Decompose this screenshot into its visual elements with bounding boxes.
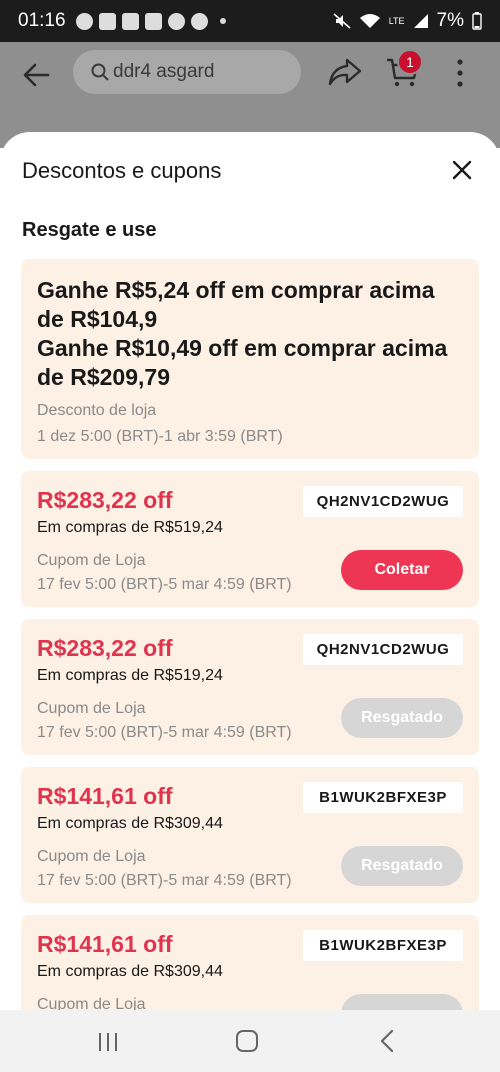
store-discount-line-1: Ganhe R$5,24 off em comprar acima de R$1…	[37, 277, 435, 332]
store-discount-date: 1 dez 5:00 (BRT)-1 abr 3:59 (BRT)	[37, 428, 283, 445]
more-options-icon[interactable]	[455, 58, 465, 88]
search-input[interactable]: ddr4 asgard	[73, 50, 301, 94]
coupon-date: 17 fev 5:00 (BRT)-5 mar 4:59 (BRT)	[37, 872, 292, 889]
sheet-title: Descontos e cupons	[22, 158, 222, 183]
redeemed-button[interactable]: Resgatado	[341, 698, 463, 738]
coupon-type: Cupom de Loja	[37, 996, 146, 1010]
coupon-minimum: Em compras de R$519,24	[37, 667, 223, 684]
section-title: Resgate e use	[22, 219, 157, 241]
coupon-code: QH2NV1CD2WUG	[303, 486, 463, 517]
coupon-card: R$283,22 off Em compras de R$519,24 Cupo…	[21, 619, 479, 755]
notification-icons	[75, 12, 226, 30]
redeemed-button[interactable]	[341, 994, 463, 1010]
search-icon	[91, 63, 109, 81]
coupon-amount: R$283,22 off	[37, 487, 173, 513]
status-time: 01:16	[18, 10, 66, 31]
alert-icon	[121, 12, 139, 30]
store-discount-card: Ganhe R$5,24 off em comprar acima de R$1…	[21, 259, 479, 459]
share-icon[interactable]	[327, 56, 363, 88]
status-bar: 01:16 LTE 7%	[0, 0, 500, 42]
search-value: ddr4 asgard	[113, 61, 215, 82]
coupon-type: Cupom de Loja	[37, 848, 146, 865]
sheet-header: Descontos e cupons	[22, 156, 482, 186]
coupon-type: Cupom de Loja	[37, 700, 146, 717]
battery-icon	[472, 12, 482, 30]
coupon-type: Cupom de Loja	[37, 552, 146, 569]
facebook-icon	[190, 12, 208, 30]
home-icon[interactable]	[236, 1030, 258, 1052]
cart-count-badge: 1	[397, 49, 423, 75]
coupon-date: 17 fev 5:00 (BRT)-5 mar 4:59 (BRT)	[37, 724, 292, 741]
nav-back-icon[interactable]	[378, 1029, 396, 1053]
mute-icon	[333, 13, 351, 29]
network-label: LTE	[388, 16, 405, 26]
coupon-amount: R$141,61 off	[37, 931, 173, 957]
coupons-bottom-sheet: Descontos e cupons Resgate e use Ganhe R…	[0, 132, 500, 1010]
redeemed-button[interactable]: Resgatado	[341, 846, 463, 886]
shopping-icon	[144, 12, 162, 30]
recent-apps-icon[interactable]	[97, 1032, 119, 1052]
more-notifications-dot	[219, 18, 226, 24]
wifi-icon	[359, 14, 380, 28]
coupon-card: R$141,61 off Em compras de R$309,44 Cupo…	[21, 767, 479, 903]
instagram-icon	[98, 12, 116, 30]
system-status: LTE 7%	[333, 10, 482, 32]
coupon-code: B1WUK2BFXE3P	[303, 930, 463, 961]
bird-icon	[167, 12, 185, 30]
back-arrow-icon[interactable]	[20, 59, 52, 91]
coupon-code: QH2NV1CD2WUG	[303, 634, 463, 665]
coupon-date: 17 fev 5:00 (BRT)-5 mar 4:59 (BRT)	[37, 576, 292, 593]
coupon-code: B1WUK2BFXE3P	[303, 782, 463, 813]
coupon-amount: R$283,22 off	[37, 635, 173, 661]
coupon-minimum: Em compras de R$309,44	[37, 815, 223, 832]
coupon-amount: R$141,61 off	[37, 783, 173, 809]
signal-icon	[413, 14, 428, 28]
store-discount-line-2: Ganhe R$10,49 off em comprar acima de R$…	[37, 335, 448, 390]
app-header: ddr4 asgard 1	[0, 42, 500, 108]
messenger-icon	[75, 12, 93, 30]
battery-level: 7%	[436, 10, 464, 31]
system-navigation-bar	[0, 1010, 500, 1072]
coupon-card: R$141,61 off Em compras de R$309,44 Cupo…	[21, 915, 479, 1010]
store-discount-type: Desconto de loja	[37, 402, 157, 419]
coupon-minimum: Em compras de R$309,44	[37, 963, 223, 980]
close-icon[interactable]	[452, 160, 472, 180]
coupon-card: R$283,22 off Em compras de R$519,24 Cupo…	[21, 471, 479, 607]
coupon-minimum: Em compras de R$519,24	[37, 519, 223, 536]
collect-button[interactable]: Coletar	[341, 550, 463, 590]
